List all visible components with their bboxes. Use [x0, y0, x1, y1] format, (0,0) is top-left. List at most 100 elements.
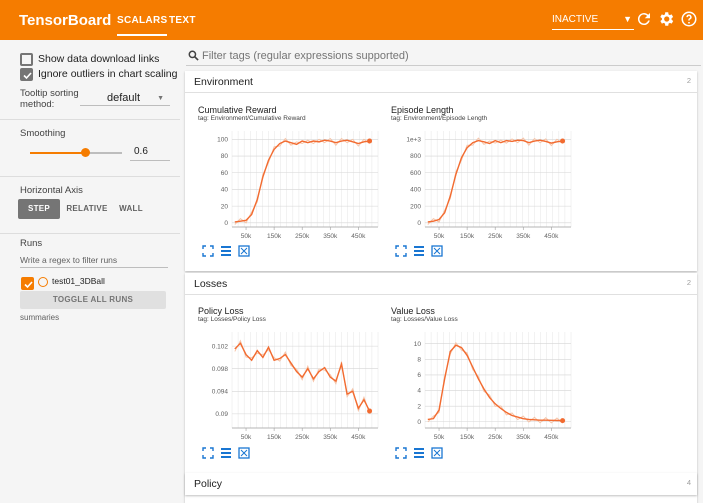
horizontal-axis-label: Horizontal Axis — [20, 185, 83, 196]
tooltip-sorting-value: default — [107, 92, 141, 104]
y-tick-label: 800 — [410, 153, 421, 160]
fullscreen-icon[interactable] — [202, 447, 214, 459]
y-tick-label: 20 — [221, 203, 229, 210]
x-tick-label: 350k — [323, 434, 338, 441]
series-raw-line — [427, 341, 563, 424]
category-count: 2 — [686, 278, 691, 287]
runs-label: Runs — [20, 238, 43, 249]
smoothing-slider-fill — [30, 152, 86, 154]
y-tick-label: 6 — [417, 372, 421, 379]
sidebar: Show data download links Ignore outliers… — [0, 40, 180, 500]
category-losses: Losses 2 Policy Loss tag: Losses/Policy … — [185, 273, 697, 503]
x-tick-label: 150k — [460, 434, 475, 441]
series-end-point — [367, 138, 373, 144]
fullscreen-icon[interactable] — [202, 245, 214, 257]
series-end-point — [560, 138, 566, 144]
chart-title: Policy Loss — [198, 306, 244, 316]
top-bar: TensorBoard SCALARS TEXT INACTIVE ▼ — [0, 0, 703, 40]
inactive-plugins-select[interactable]: INACTIVE ▼ — [552, 14, 634, 30]
chart-cumulative-reward[interactable]: 0 20 40 60 80 100 50k 150k 250k 350k 450k — [198, 127, 383, 245]
x-tick-label: 150k — [460, 233, 475, 240]
ignore-outliers-label: Ignore outliers in chart scaling — [38, 68, 178, 80]
x-tick-label: 250k — [488, 434, 503, 441]
run-name: test01_3DBall — [52, 276, 105, 286]
check-icon — [24, 281, 33, 289]
smoothing-input[interactable]: 0.6 — [130, 146, 170, 161]
chart-title: Episode Length — [391, 105, 454, 115]
tag-filter-placeholder: Filter tags (regular expressions support… — [202, 50, 409, 62]
axis-wall-button[interactable]: WALL — [113, 199, 149, 219]
category-header[interactable]: Policy 4 — [185, 473, 697, 495]
y-tick-label: 60 — [221, 170, 229, 177]
fit-domain-icon[interactable] — [238, 245, 250, 257]
tab-text[interactable]: TEXT — [169, 15, 196, 26]
fullscreen-icon[interactable] — [395, 447, 407, 459]
smoothing-slider[interactable] — [30, 148, 122, 157]
fullscreen-icon[interactable] — [395, 245, 407, 257]
chart-toolbar — [202, 245, 262, 259]
tab-scalars[interactable]: SCALARS — [117, 15, 168, 36]
x-tick-label: 350k — [516, 434, 531, 441]
y-tick-label: 0 — [224, 220, 228, 227]
run-checkbox[interactable] — [21, 277, 34, 290]
gear-icon[interactable] — [657, 10, 675, 28]
x-tick-label: 150k — [267, 434, 282, 441]
category-environment: Environment 2 Cumulative Reward tag: Env… — [185, 71, 697, 271]
chart-toolbar — [395, 447, 455, 461]
series-end-point — [367, 408, 373, 414]
chart-card-policy-loss: Policy Loss tag: Losses/Policy Loss 0.09… — [198, 306, 383, 468]
y-tick-label: 4 — [417, 388, 421, 395]
chart-episode-length[interactable]: 0 200 400 600 800 1e+3 50k 150k 250k 350k 450k — [391, 127, 576, 245]
x-tick-label: 250k — [295, 434, 310, 441]
x-tick-label: 450k — [544, 434, 559, 441]
fit-domain-icon[interactable] — [238, 447, 250, 459]
chart-tag: tag: Losses/Policy Loss — [198, 316, 266, 323]
chart-toolbar — [395, 245, 455, 259]
data-table-icon[interactable] — [413, 447, 425, 459]
run-color-icon[interactable] — [38, 277, 48, 287]
summaries-label: summaries — [20, 313, 60, 322]
tag-filter-input[interactable]: Filter tags (regular expressions support… — [186, 46, 701, 66]
x-tick-label: 50k — [241, 233, 252, 240]
y-tick-label: 0.098 — [212, 366, 229, 373]
axis-relative-button[interactable]: RELATIVE — [62, 199, 112, 219]
data-table-icon[interactable] — [220, 447, 232, 459]
category-header[interactable]: Losses 2 — [185, 273, 697, 295]
ignore-outliers-checkbox[interactable] — [20, 68, 33, 81]
chart-title: Cumulative Reward — [198, 105, 277, 115]
inactive-select-value: INACTIVE — [552, 14, 599, 25]
chart-card-episode-length: Episode Length tag: Environment/Episode … — [391, 105, 576, 265]
category-header[interactable]: Environment 2 — [185, 71, 697, 93]
toggle-all-runs-button[interactable]: TOGGLE ALL RUNS — [20, 291, 166, 309]
runs-filter-placeholder: Write a regex to filter runs — [20, 255, 118, 265]
axis-step-button[interactable]: STEP — [18, 199, 60, 219]
data-table-icon[interactable] — [413, 245, 425, 257]
chart-value-loss[interactable]: 0 2 4 6 8 10 50k 150k 250k 350k 450k — [391, 328, 576, 446]
chart-policy-loss[interactable]: 0.09 0.094 0.098 0.102 50k 150k 250k 350k 450k — [198, 328, 383, 446]
smoothing-slider-handle[interactable] — [80, 148, 90, 157]
help-icon[interactable] — [680, 10, 698, 28]
refresh-icon[interactable] — [635, 10, 653, 28]
category-title: Environment — [194, 76, 253, 88]
y-tick-label: 600 — [410, 170, 421, 177]
x-tick-label: 50k — [434, 434, 445, 441]
fit-domain-icon[interactable] — [431, 245, 443, 257]
horizontal-axis-section: Horizontal Axis STEP RELATIVE WALL — [0, 177, 180, 234]
series-end-point — [560, 418, 566, 424]
y-tick-label: 40 — [221, 187, 229, 194]
y-tick-label: 80 — [221, 153, 229, 160]
y-tick-label: 10 — [414, 341, 422, 348]
x-tick-label: 250k — [488, 233, 503, 240]
category-count: 4 — [686, 478, 691, 487]
category-count: 2 — [686, 76, 691, 85]
category-title: Losses — [194, 278, 228, 290]
tooltip-sorting-select[interactable]: default ▼ — [80, 90, 170, 106]
show-download-checkbox[interactable] — [20, 53, 33, 66]
runs-filter-input[interactable]: Write a regex to filter runs — [20, 252, 168, 268]
y-tick-label: 0.102 — [212, 343, 229, 350]
data-table-icon[interactable] — [220, 245, 232, 257]
fit-domain-icon[interactable] — [431, 447, 443, 459]
y-tick-label: 0.094 — [212, 388, 229, 395]
category-policy: Policy 4 — [185, 473, 697, 495]
x-tick-label: 350k — [323, 233, 338, 240]
